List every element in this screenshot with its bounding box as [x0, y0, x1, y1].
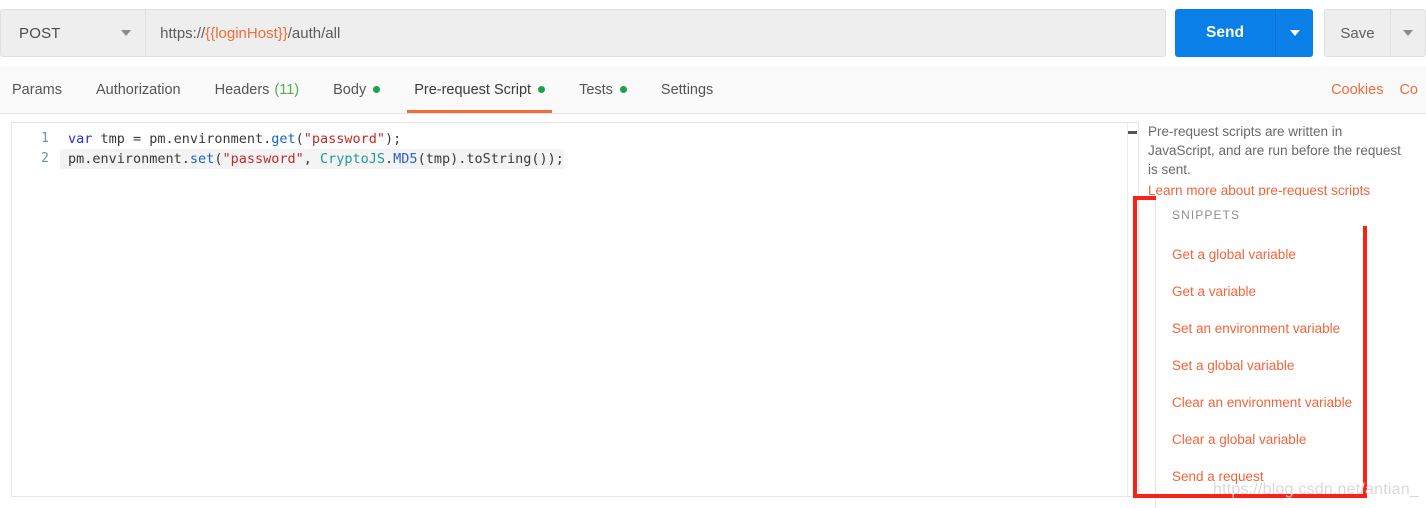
chevron-down-icon: [1403, 30, 1413, 36]
tab-headers[interactable]: Headers (11): [198, 66, 317, 113]
snippet-item-get-global-variable[interactable]: Get a global variable: [1172, 236, 1387, 273]
code-token-paren: (tmp).: [417, 151, 467, 167]
code-token-keyword: var: [68, 131, 93, 147]
code-token-string: "password": [303, 131, 386, 147]
code-line-text: pm.environment.set("password", CryptoJS.…: [60, 149, 564, 169]
send-button[interactable]: Send: [1175, 9, 1275, 57]
code-token-plain: tmp =: [92, 131, 150, 147]
editor-vertical-scrollbar[interactable]: [1127, 123, 1138, 496]
url-prefix-text: https://: [160, 24, 206, 42]
tab-bar-spacer: [730, 66, 1323, 113]
code-line: 1 var tmp = pm.environment.get("password…: [12, 129, 1138, 149]
code-token-method: MD5: [393, 151, 418, 167]
tab-tests[interactable]: Tests: [562, 66, 644, 113]
url-variable-token: {{loginHost}}: [205, 24, 288, 42]
save-options-button[interactable]: [1390, 9, 1426, 57]
status-dot-icon: [619, 86, 627, 93]
snippet-item-clear-environment-variable[interactable]: Clear an environment variable: [1172, 384, 1387, 421]
code-token-dot: .: [385, 151, 394, 167]
tab-label: Authorization: [95, 81, 181, 98]
code-token-function: get: [271, 131, 296, 147]
tab-pre-request-script[interactable]: Pre-request Script: [397, 66, 562, 113]
script-help-panel: Pre-request scripts are written in JavaS…: [1148, 122, 1426, 508]
code-token-object: pm.environment.: [149, 131, 272, 147]
code-token-paren: );: [385, 131, 402, 147]
code-token-comma: ,: [303, 151, 320, 167]
tab-authorization[interactable]: Authorization: [79, 66, 198, 113]
request-tab-bar: Params Authorization Headers (11) Body P…: [0, 66, 1426, 114]
snippet-item-set-environment-variable[interactable]: Set an environment variable: [1172, 310, 1387, 347]
tab-label: Headers: [214, 81, 270, 98]
postman-request-pane: POST https://{{loginHost}}/auth/all Send…: [0, 0, 1426, 508]
request-url-bar: POST https://{{loginHost}}/auth/all Send…: [0, 0, 1426, 66]
code-token-method: toString: [466, 151, 532, 167]
script-help-description: Pre-request scripts are written in JavaS…: [1148, 124, 1401, 177]
code-area[interactable]: 1 var tmp = pm.environment.get("password…: [12, 123, 1138, 169]
pre-request-script-editor[interactable]: 1 var tmp = pm.environment.get("password…: [11, 122, 1139, 497]
save-button-group: Save: [1324, 9, 1426, 57]
code-token-paren: (: [295, 131, 304, 147]
cookies-link[interactable]: Cookies: [1323, 66, 1391, 113]
tab-label: Settings: [660, 81, 714, 98]
code-token-function: set: [189, 151, 215, 167]
line-number: 1: [41, 131, 49, 146]
snippets-heading: SNIPPETS: [1156, 196, 1387, 226]
chevron-down-icon: [1289, 30, 1300, 36]
editor-scrollbar-thumb[interactable]: [1128, 131, 1137, 134]
request-url-input[interactable]: https://{{loginHost}}/auth/all: [145, 9, 1166, 57]
status-dot-icon: [373, 86, 381, 93]
code-token-object: pm.environment.: [68, 151, 190, 167]
save-button[interactable]: Save: [1324, 9, 1390, 57]
url-suffix-text: /auth/all: [287, 24, 341, 42]
send-options-button[interactable]: [1275, 9, 1313, 57]
tab-label: Pre-request Script: [414, 81, 532, 98]
code-token-class: CryptoJS: [320, 151, 386, 167]
status-dot-icon: [538, 86, 546, 93]
line-number: 2: [41, 151, 49, 166]
tab-params[interactable]: Params: [0, 66, 79, 113]
snippets-list: Get a global variable Get a variable Set…: [1156, 230, 1387, 495]
watermark-text: https://blog.csdn.net/antian_: [1213, 481, 1419, 498]
tab-label: Params: [12, 81, 62, 98]
snippet-item-clear-global-variable[interactable]: Clear a global variable: [1172, 421, 1387, 458]
code-token-paren: ());: [531, 151, 564, 167]
code-token-string: "password": [222, 151, 304, 167]
snippet-item-set-global-variable[interactable]: Set a global variable: [1172, 347, 1387, 384]
code-line-text: var tmp = pm.environment.get("password")…: [60, 129, 401, 149]
snippets-panel[interactable]: SNIPPETS Get an environment variable Get…: [1155, 196, 1387, 508]
snippet-item-get-variable[interactable]: Get a variable: [1172, 273, 1387, 310]
http-method-selector[interactable]: POST: [0, 9, 146, 57]
tab-settings[interactable]: Settings: [644, 66, 730, 113]
code-link[interactable]: Co: [1391, 66, 1426, 113]
tab-label: Tests: [579, 81, 613, 98]
headers-count-badge: (11): [274, 81, 300, 98]
chevron-down-icon: [121, 30, 132, 36]
http-method-label: POST: [19, 24, 61, 42]
code-line: 2 pm.environment.set("password", CryptoJ…: [12, 149, 1138, 169]
send-button-group: Send: [1175, 9, 1313, 57]
tab-body[interactable]: Body: [316, 66, 397, 113]
tab-label: Body: [333, 81, 367, 98]
